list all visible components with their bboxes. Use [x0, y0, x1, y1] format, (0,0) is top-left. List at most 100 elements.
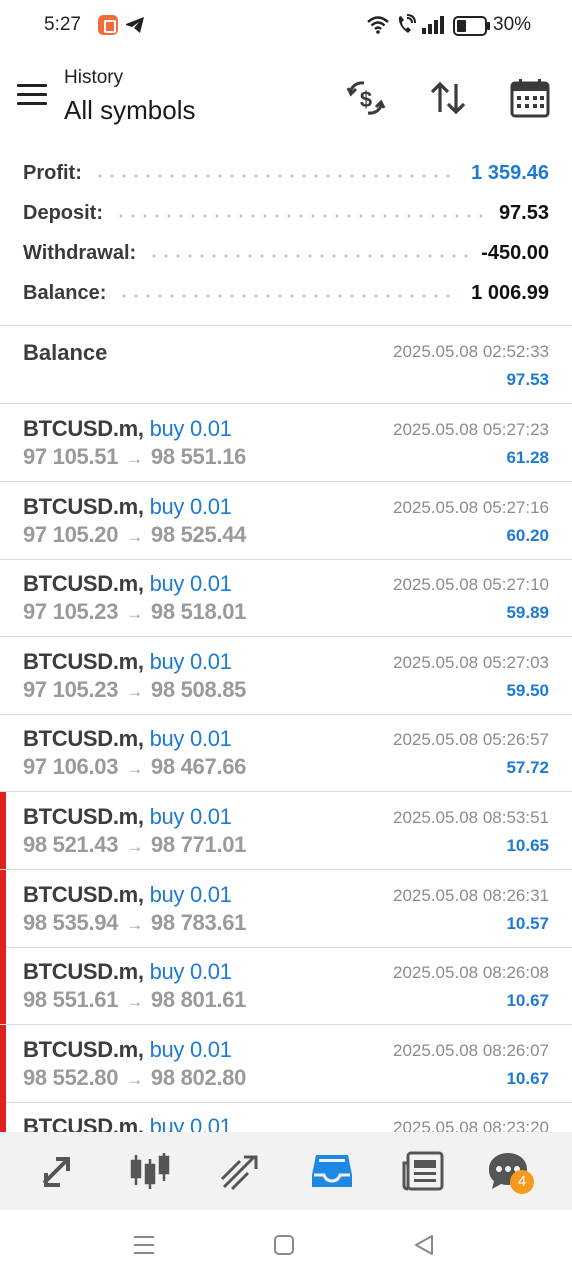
- deal-type: buy 0.01: [149, 1114, 232, 1132]
- deal-symbol: BTCUSD.m, buy 0.01: [23, 416, 232, 442]
- deal-prices: 97 105.23 → 98 508.85: [23, 677, 246, 703]
- close-price: 98 525.44: [150, 521, 247, 547]
- home-icon[interactable]: [271, 1232, 297, 1258]
- symbol-filter[interactable]: All symbols: [64, 95, 195, 126]
- open-price: 97 105.20: [23, 521, 119, 547]
- recent-apps-icon[interactable]: [131, 1232, 157, 1258]
- battery-percent: 30%: [493, 14, 532, 35]
- balance-operation-title: Balance: [23, 340, 108, 365]
- deal-prices: 97 106.03 → 98 467.66: [23, 754, 246, 780]
- deal-row[interactable]: BTCUSD.m, buy 0.01 97 106.03 → 98 467.66 202…: [0, 714, 572, 793]
- operation-date: 2025.05.08 02:52:33: [393, 342, 549, 361]
- summary-label: Withdrawal:: [23, 241, 137, 264]
- deal-prices: 97 105.51 → 98 551.16: [23, 444, 246, 470]
- deal-symbol: BTCUSD.m, buy 0.01: [23, 571, 232, 597]
- svg-text:$: $: [360, 87, 372, 112]
- calendar-icon[interactable]: [508, 76, 552, 120]
- arrow-right-icon: →: [126, 526, 143, 546]
- arrow-right-icon: →: [126, 759, 143, 779]
- deal-prices: 98 535.94 → 98 783.61: [23, 910, 246, 936]
- arrow-right-icon: →: [126, 914, 143, 934]
- operation-amount: 97.53: [506, 370, 549, 389]
- symbol-name: BTCUSD.m,: [23, 881, 144, 907]
- deal-symbol: BTCUSD.m, buy 0.01: [23, 804, 232, 830]
- wifi-icon: [367, 16, 389, 34]
- deal-row[interactable]: BTCUSD.m, buy 0.01 98 521.43 → 98 771.01 202…: [0, 792, 572, 870]
- deal-type: buy 0.01: [149, 571, 232, 597]
- deal-prices: 97 105.23 → 98 518.01: [23, 599, 246, 625]
- history-icon[interactable]: [310, 1149, 354, 1193]
- balance-value: 1 006.99: [471, 281, 549, 304]
- arrow-right-icon: →: [126, 604, 143, 624]
- symbol-name: BTCUSD.m,: [23, 804, 144, 829]
- deal-row[interactable]: BTCUSD.m, buy 0.01 98 552.80 → 98 802.80 202…: [0, 1024, 572, 1103]
- arrow-right-icon: →: [126, 837, 143, 856]
- deal-symbol: BTCUSD.m, buy 0.01: [23, 1114, 232, 1132]
- trade-icon[interactable]: [218, 1149, 262, 1193]
- symbol-name: BTCUSD.m,: [23, 416, 144, 441]
- history-list[interactable]: Balance 2025.05.08 02:52:33 97.53 BTCUSD…: [0, 326, 572, 1132]
- arrow-right-icon: →: [126, 449, 143, 468]
- deal-profit: 61.28: [506, 448, 549, 467]
- sort-icon[interactable]: [426, 76, 470, 120]
- bottom-navigation: [0, 1132, 572, 1210]
- deal-type: buy 0.01: [149, 959, 232, 985]
- deal-profit: 10.65: [506, 836, 549, 855]
- deal-row[interactable]: BTCUSD.m, buy 0.01 98 535.94 → 98 783.61 202…: [0, 869, 572, 948]
- deal-row[interactable]: BTCUSD.m, buy 0.01 98 551.61 → 98 801.61 202…: [0, 947, 572, 1026]
- symbol-name: BTCUSD.m,: [23, 493, 144, 519]
- deal-type: buy 0.01: [149, 726, 232, 752]
- news-icon[interactable]: [402, 1149, 446, 1193]
- deal-row[interactable]: BTCUSD.m, buy 0.01 97 105.23 → 98 518.01 202…: [0, 559, 572, 638]
- balance-operation-row[interactable]: Balance 2025.05.08 02:52:33 97.53: [0, 326, 572, 404]
- deal-type: buy 0.01: [149, 804, 232, 829]
- open-price: 98 552.80: [23, 1064, 119, 1090]
- deal-row[interactable]: BTCUSD.m, buy 0.01 2025.05.08 08:23:20: [0, 1102, 572, 1132]
- deal-date: 2025.05.08 05:27:10: [393, 575, 549, 595]
- deal-date: 2025.05.08 08:53:51: [393, 808, 549, 827]
- deal-date: 2025.05.08 05:27:03: [393, 652, 549, 672]
- close-price: 98 467.66: [150, 754, 247, 780]
- arrow-right-icon: →: [126, 992, 143, 1012]
- dotted-leader: [118, 293, 460, 299]
- deal-type: buy 0.01: [149, 881, 232, 907]
- open-price: 97 105.51: [23, 444, 119, 469]
- chart-icon[interactable]: [128, 1149, 172, 1193]
- deal-date: 2025.05.08 05:27:23: [393, 420, 549, 439]
- deal-row[interactable]: BTCUSD.m, buy 0.01 97 105.23 → 98 508.85 202…: [0, 637, 572, 715]
- withdrawal-value: -450.00: [481, 241, 549, 264]
- telegram-icon: [126, 17, 144, 33]
- deal-prices: 98 551.61 → 98 801.61: [23, 987, 246, 1013]
- close-price: 98 518.01: [150, 599, 247, 625]
- summary-withdrawal-row: Withdrawal: -450.00: [23, 235, 549, 271]
- summary-label: Balance:: [23, 281, 107, 304]
- deposit-withdraw-icon[interactable]: $: [344, 76, 388, 120]
- open-price: 97 106.03: [23, 754, 119, 780]
- symbol-name: BTCUSD.m,: [23, 959, 144, 985]
- close-price: 98 801.61: [150, 987, 247, 1013]
- deal-symbol: BTCUSD.m, buy 0.01: [23, 494, 232, 520]
- deal-row[interactable]: BTCUSD.m, buy 0.01 97 105.51 → 98 551.16 202…: [0, 404, 572, 482]
- deal-profit: 59.89: [506, 603, 549, 623]
- deal-type: buy 0.01: [149, 493, 232, 519]
- dotted-leader: [148, 253, 470, 259]
- summary-balance-row: Balance: 1 006.99: [23, 275, 549, 311]
- back-icon[interactable]: [411, 1232, 437, 1258]
- summary-label: Profit:: [23, 161, 82, 184]
- deal-prices: 98 552.80 → 98 802.80: [23, 1065, 246, 1091]
- signal-icon: [422, 16, 444, 34]
- chat-badge: 4: [510, 1170, 534, 1194]
- open-price: 98 535.94: [23, 909, 119, 935]
- menu-icon[interactable]: [17, 84, 47, 108]
- deal-date: 2025.05.08 05:27:16: [393, 497, 549, 517]
- dotted-leader: [93, 173, 460, 179]
- status-bar: 5:27 30%: [0, 0, 572, 52]
- deal-symbol: BTCUSD.m, buy 0.01: [23, 649, 232, 675]
- deal-profit: 59.50: [506, 680, 549, 700]
- open-price: 97 105.23: [23, 599, 119, 625]
- system-navigation: [0, 1210, 572, 1280]
- deal-row[interactable]: BTCUSD.m, buy 0.01 97 105.20 → 98 525.44 202…: [0, 482, 572, 560]
- deal-profit: 57.72: [506, 758, 549, 778]
- close-price: 98 551.16: [150, 444, 247, 469]
- quotes-icon[interactable]: [36, 1149, 80, 1193]
